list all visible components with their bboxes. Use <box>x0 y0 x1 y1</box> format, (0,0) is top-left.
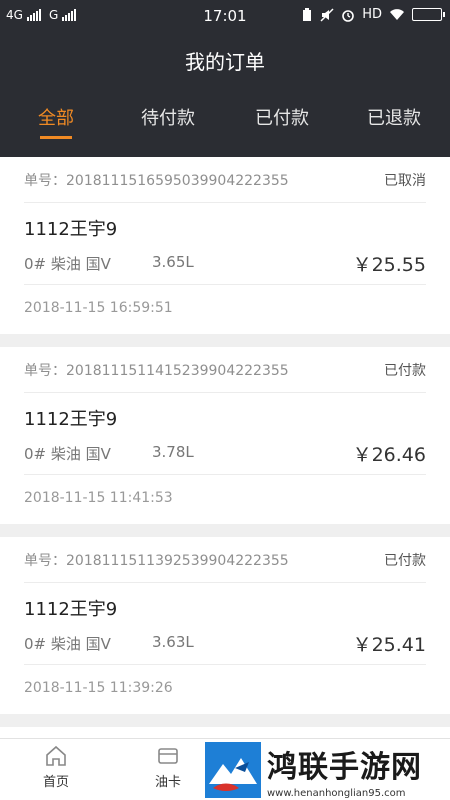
tab-all[interactable]: 全部 <box>0 104 112 130</box>
fuel-type: 0# 柴油 国Ⅴ <box>24 635 111 653</box>
order-status: 已付款 <box>384 552 426 569</box>
fuel-volume: 3.78L <box>152 443 194 461</box>
fuel-type: 0# 柴油 国Ⅴ <box>24 255 111 273</box>
nav-home-label: 首页 <box>42 775 69 790</box>
divider <box>24 284 426 285</box>
order-card[interactable]: 单号：2018111511415239904222355 已付款 1112王宇9… <box>0 347 450 524</box>
alarm-icon <box>342 9 355 22</box>
vehicle-plate: 1112王宇9 <box>24 219 118 240</box>
mute-icon <box>320 7 334 22</box>
order-price: ￥25.55 <box>352 254 426 276</box>
vehicle-plate: 1112王宇9 <box>24 409 118 430</box>
order-card[interactable]: 单号：2018111516595039904222355 已取消 1112王宇9… <box>0 157 450 334</box>
active-tab-indicator <box>40 136 72 139</box>
wifi-icon <box>390 9 404 20</box>
status-bar: 4G G 17:01 HD <box>0 0 450 32</box>
watermark: 鸿联手游网 www.henanhonglian95.com <box>203 740 450 800</box>
watermark-title: 鸿联手游网 <box>267 749 422 785</box>
order-card[interactable]: 单号：2018111511392539904222355 已付款 1112王宇9… <box>0 537 450 714</box>
order-number: 单号：2018111516595039904222355 <box>24 172 289 189</box>
order-time: 2018-11-15 11:41:53 <box>24 490 173 506</box>
order-number: 单号：2018111511392539904222355 <box>24 552 289 569</box>
order-price: ￥26.46 <box>352 444 426 466</box>
battery-saver-icon <box>303 7 312 21</box>
home-icon <box>46 745 66 766</box>
fuel-type: 0# 柴油 国Ⅴ <box>24 445 111 463</box>
watermark-logo-icon <box>205 742 261 798</box>
nav-fuel-card[interactable]: 油卡 <box>140 745 196 790</box>
order-status: 已付款 <box>384 362 426 379</box>
card-icon <box>158 748 178 764</box>
fuel-volume: 3.65L <box>152 253 194 271</box>
tab-paid[interactable]: 已付款 <box>226 104 338 130</box>
order-header: 单号：2018111511392539904222355 已付款 <box>24 537 426 583</box>
order-price: ￥25.41 <box>352 634 426 656</box>
nav-fuel-card-label: 油卡 <box>154 775 181 790</box>
hd-label: HD <box>362 7 382 22</box>
order-time: 2018-11-15 11:39:26 <box>24 680 173 696</box>
order-number: 单号：2018111511415239904222355 <box>24 362 289 379</box>
header: 4G G 17:01 HD 我的订单 全部 待付款 已付款 已退款 <box>0 0 450 157</box>
nav-home[interactable]: 首页 <box>28 745 84 790</box>
page-title: 我的订单 <box>185 50 265 74</box>
tab-refunded[interactable]: 已退款 <box>338 104 450 130</box>
order-header: 单号：2018111516595039904222355 已取消 <box>24 157 426 203</box>
divider <box>24 664 426 665</box>
divider <box>24 474 426 475</box>
fuel-volume: 3.63L <box>152 633 194 651</box>
order-status: 已取消 <box>384 172 426 189</box>
tab-pending-payment[interactable]: 待付款 <box>112 104 224 130</box>
status-icons: HD <box>301 7 445 22</box>
watermark-url: www.henanhonglian95.com <box>267 787 406 799</box>
order-time: 2018-11-15 16:59:51 <box>24 300 173 316</box>
order-header: 单号：2018111511415239904222355 已付款 <box>24 347 426 393</box>
battery-icon <box>412 8 445 21</box>
vehicle-plate: 1112王宇9 <box>24 599 118 620</box>
